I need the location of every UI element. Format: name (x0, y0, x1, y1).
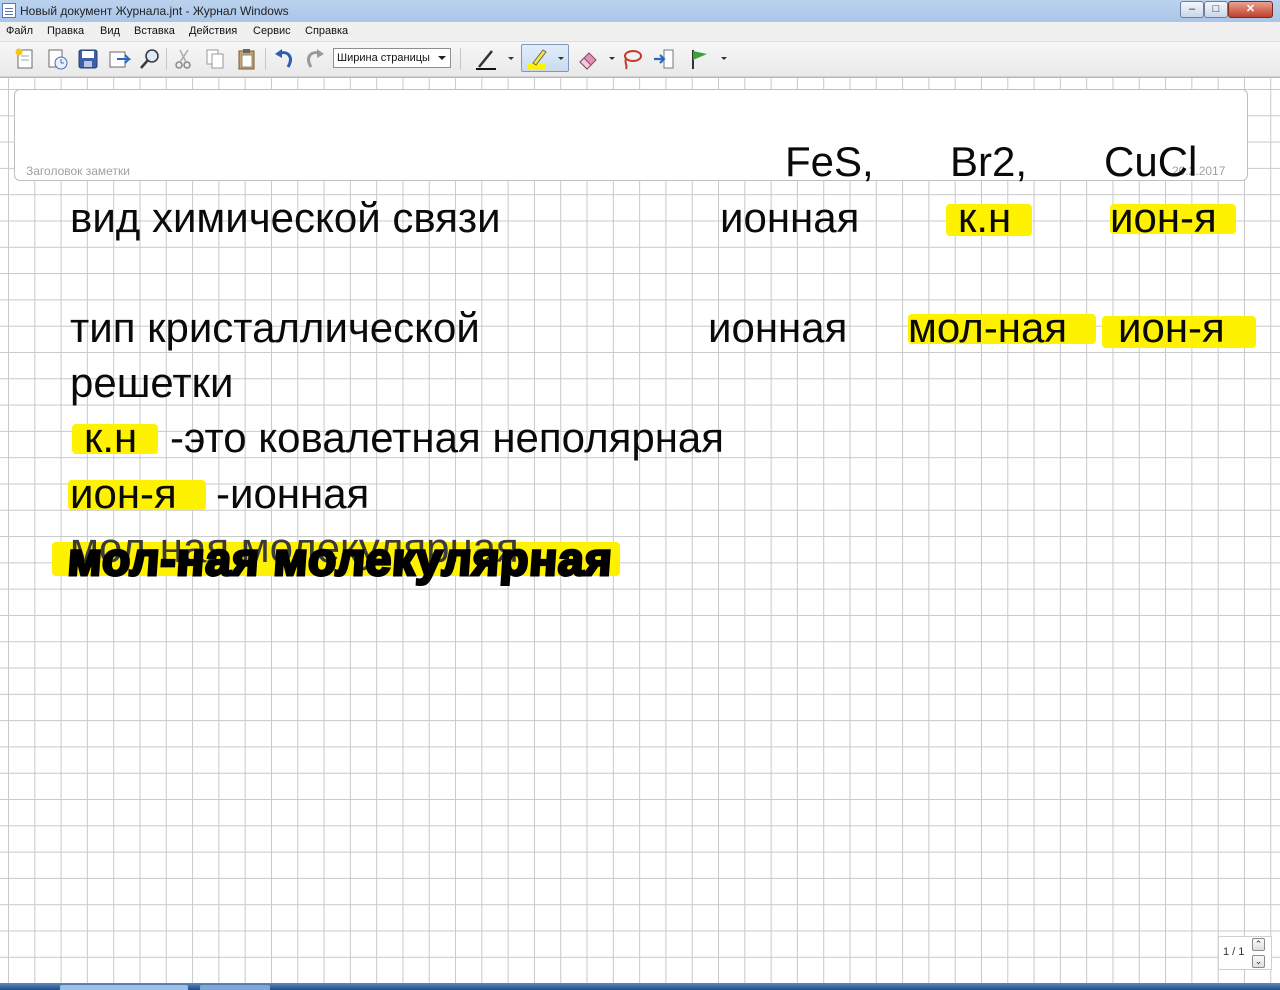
lasso-select-icon[interactable] (620, 47, 644, 71)
cut-icon[interactable] (172, 47, 196, 71)
toolbar-separator (265, 48, 266, 70)
row2-label: тип кристаллической (70, 304, 480, 351)
flag-icon[interactable] (688, 47, 712, 71)
page-number: 1 / 1 (1223, 946, 1245, 958)
title-bar: Новый документ Журнала.jnt - Журнал Wind… (0, 0, 1280, 23)
find-icon[interactable] (138, 47, 162, 71)
previous-page-button[interactable]: ⌃ (1252, 938, 1265, 951)
column-header-fes: FeS, (785, 138, 874, 185)
new-note-from-template-icon[interactable] (45, 47, 69, 71)
maximize-button[interactable]: □ (1204, 1, 1228, 18)
menu-file[interactable]: Файл (6, 25, 33, 37)
send-icon[interactable] (107, 47, 131, 71)
toolbar-separator (460, 48, 461, 70)
row2-value-cucl: ион-я (1118, 304, 1225, 351)
note-title-placeholder[interactable]: Заголовок заметки (26, 164, 130, 178)
redo-icon[interactable] (303, 47, 327, 71)
column-header-cucl: CuCl (1104, 138, 1198, 185)
menu-insert[interactable]: Вставка (134, 25, 175, 37)
note-title-area[interactable] (14, 89, 1248, 181)
eraser-icon[interactable] (576, 47, 600, 71)
insert-space-icon[interactable] (652, 47, 676, 71)
menu-bar: Файл Правка Вид Вставка Действия Сервис … (0, 22, 1280, 42)
zoom-select-value: Ширина страницы (337, 52, 430, 64)
next-page-button[interactable]: ⌄ (1252, 955, 1265, 968)
row2-value-fes: ионная (708, 304, 848, 351)
taskbar (0, 983, 1280, 990)
menu-tools[interactable]: Сервис (253, 25, 291, 37)
menu-actions[interactable]: Действия (189, 25, 237, 37)
save-icon[interactable] (76, 47, 100, 71)
chevron-down-icon (438, 56, 446, 60)
row1-label: вид химической связи (70, 194, 501, 241)
zoom-select[interactable]: Ширина страницы (333, 48, 451, 68)
handwritten-scribble: мол-ная молекулярная (65, 532, 616, 587)
pen-icon[interactable] (474, 47, 498, 71)
row2-label-continued: решетки (70, 359, 234, 406)
highlighter-dropdown-icon[interactable] (558, 57, 564, 60)
journal-app-icon (2, 3, 16, 18)
row2-value-br2: мол-ная (908, 304, 1068, 351)
taskbar-button[interactable] (60, 985, 188, 990)
copy-icon[interactable] (203, 47, 227, 71)
row1-value-br2: к.н (958, 194, 1012, 241)
close-button[interactable]: ✕ (1228, 1, 1273, 18)
legend-abbr-kn: к.н (84, 414, 138, 461)
legend-text-kn: -это ковалетная неполярная (170, 414, 724, 461)
flag-dropdown-icon[interactable] (721, 57, 727, 60)
menu-view[interactable]: Вид (100, 25, 120, 37)
legend-text-ionnaya: -ионная (216, 470, 370, 517)
minimize-button[interactable]: – (1180, 1, 1204, 18)
undo-icon[interactable] (272, 47, 296, 71)
eraser-dropdown-icon[interactable] (609, 57, 615, 60)
legend-abbr-ionnaya: ион-я (70, 470, 177, 517)
pen-dropdown-icon[interactable] (508, 57, 514, 60)
menu-edit[interactable]: Правка (47, 25, 84, 37)
menu-help[interactable]: Справка (305, 25, 348, 37)
paste-icon[interactable] (235, 47, 259, 71)
taskbar-button[interactable] (200, 985, 270, 990)
toolbar-separator (166, 48, 167, 70)
window-title: Новый документ Журнала.jnt - Журнал Wind… (20, 4, 289, 18)
row1-value-cucl: ион-я (1110, 194, 1217, 241)
row1-value-fes: ионная (720, 194, 860, 241)
column-header-br2: Br2, (950, 138, 1028, 185)
new-note-icon[interactable] (13, 47, 37, 71)
highlighter-icon[interactable] (525, 47, 549, 71)
